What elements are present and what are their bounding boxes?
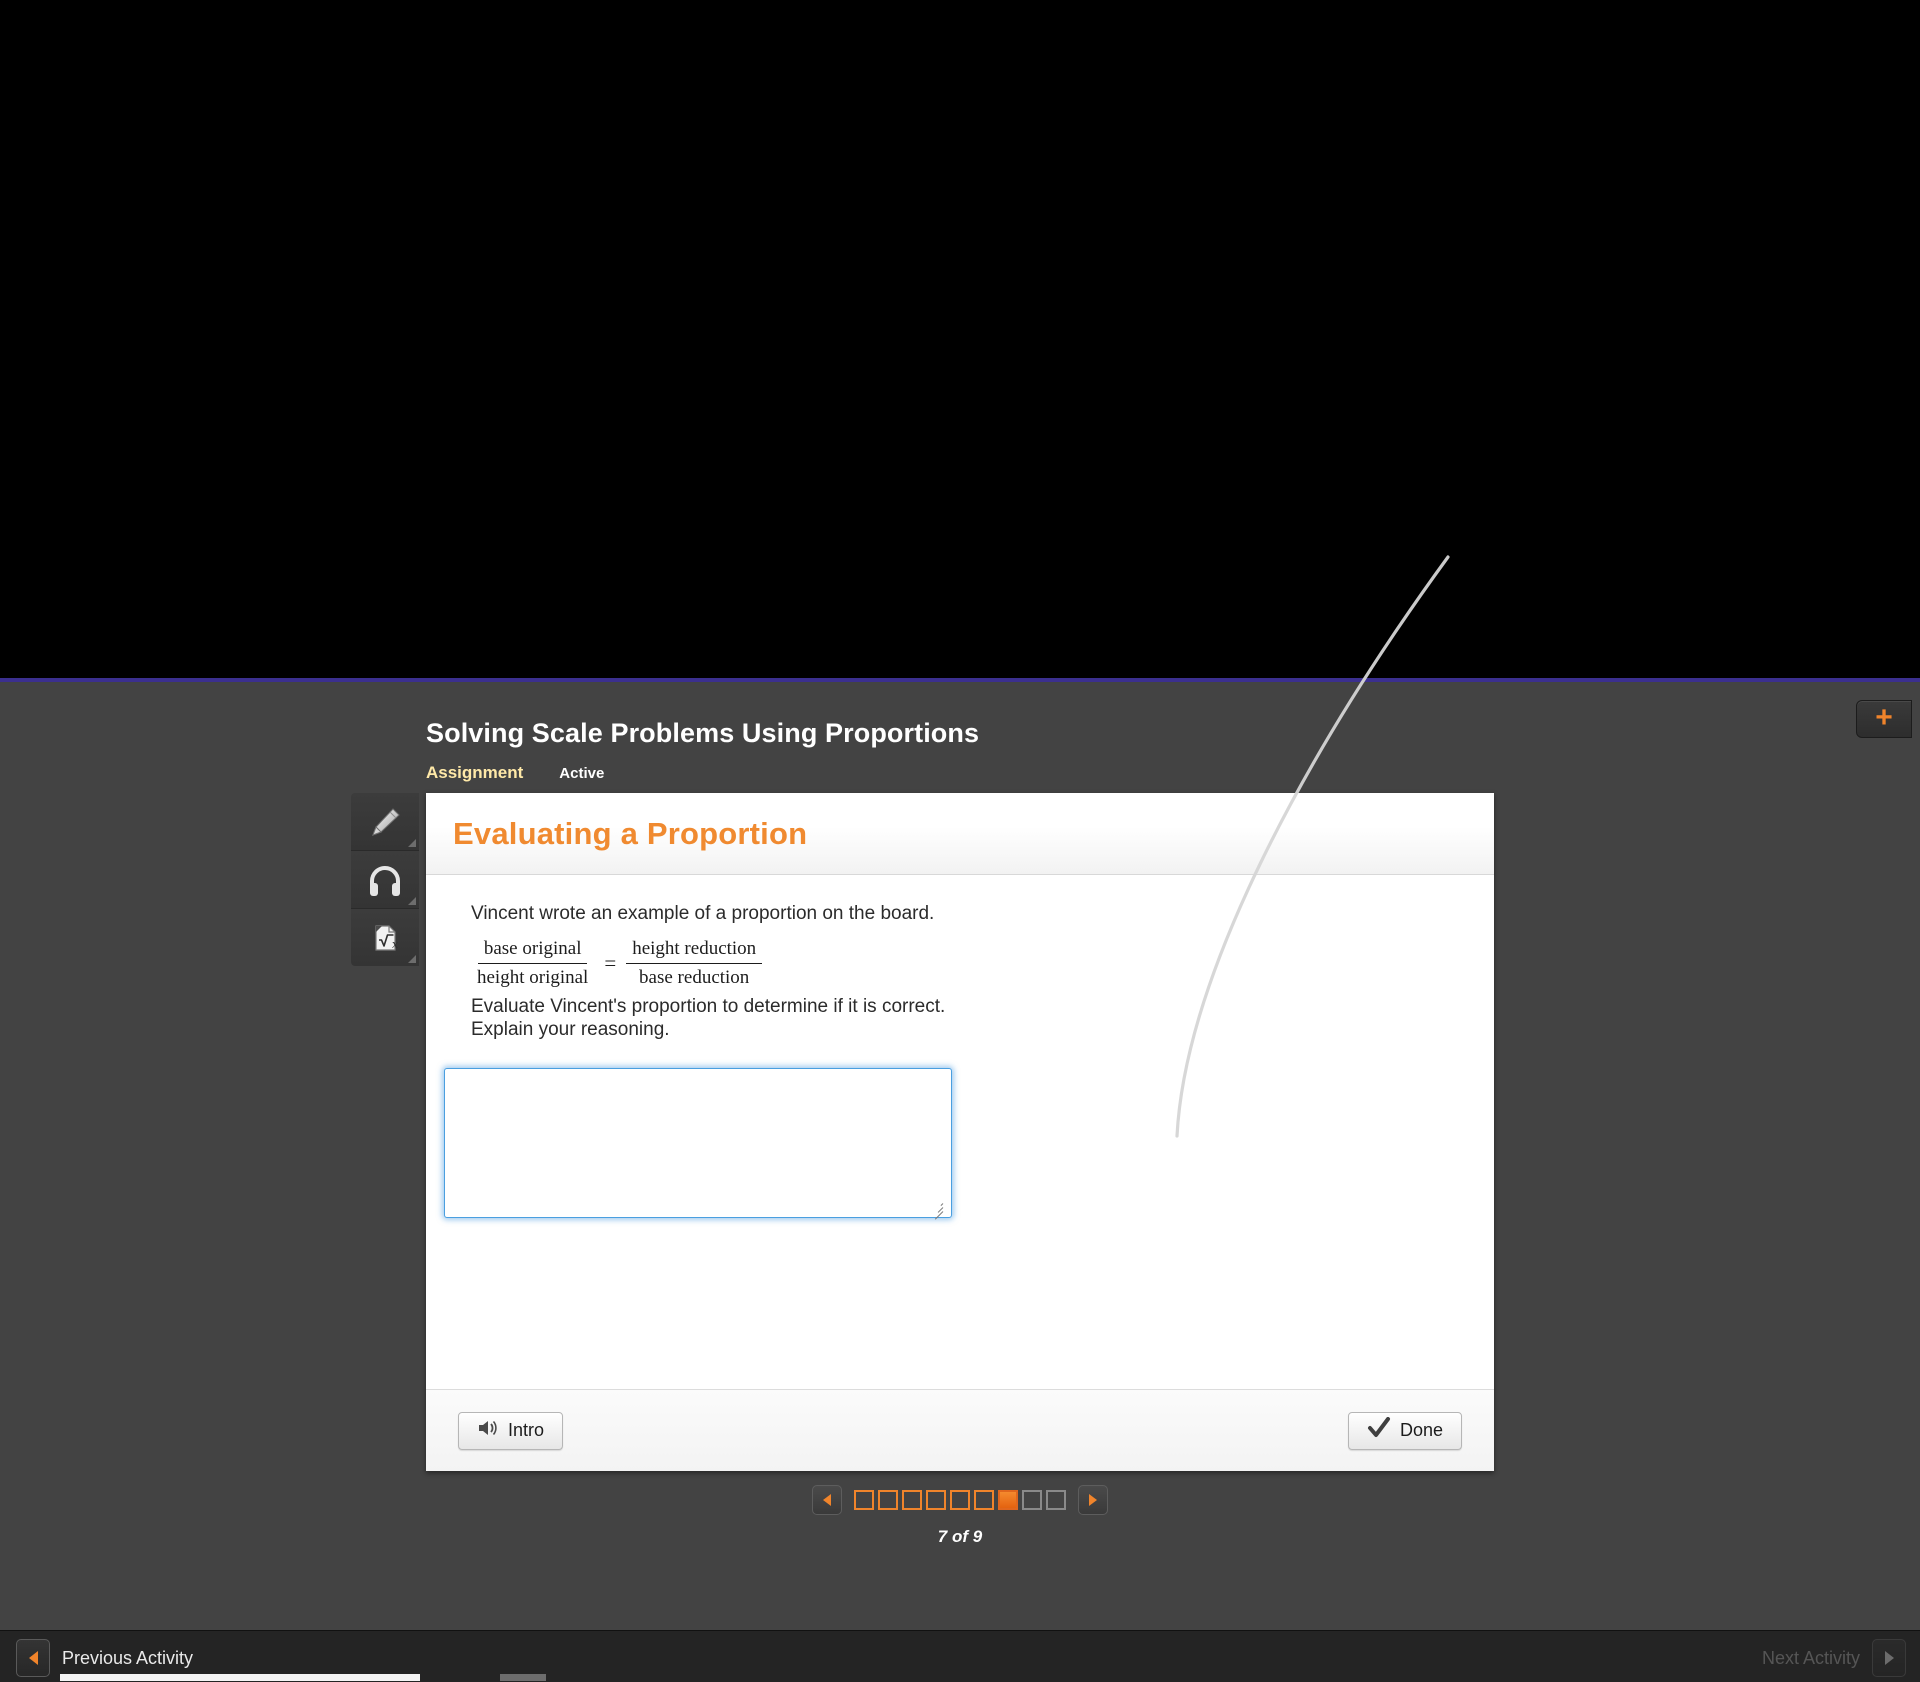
card-header: Evaluating a Proportion xyxy=(426,793,1494,875)
pager-dot-3[interactable] xyxy=(902,1490,922,1510)
checkmark-icon xyxy=(1367,1417,1391,1444)
tool-button-audio[interactable] xyxy=(351,851,419,909)
pager-previous-button[interactable] xyxy=(812,1485,842,1515)
activity-state-label: Active xyxy=(559,765,605,782)
pager-dot-9[interactable] xyxy=(1046,1490,1066,1510)
pager-dot-5[interactable] xyxy=(950,1490,970,1510)
proportion-equation: base original height original = height r… xyxy=(471,937,1466,991)
taskbar-window-other[interactable] xyxy=(500,1674,546,1681)
next-activity-button: Next Activity xyxy=(1762,1639,1906,1677)
tool-rail: x xyxy=(351,793,419,966)
previous-activity-label: Previous Activity xyxy=(62,1647,194,1668)
right-fraction: height reduction base reduction xyxy=(626,937,763,991)
prompt-line-2: Explain your reasoning. xyxy=(471,1018,670,1040)
next-activity-label: Next Activity xyxy=(1761,1647,1860,1668)
prompt-intro-text: Vincent wrote an example of a proportion… xyxy=(471,903,935,924)
math-sqrt-icon: x xyxy=(365,918,405,958)
intro-button-label: Intro xyxy=(508,1420,545,1440)
next-activity-arrow-box xyxy=(1872,1639,1906,1677)
triangle-right-icon xyxy=(1884,1651,1894,1665)
left-fraction: base original height original xyxy=(471,937,594,991)
speaker-icon xyxy=(477,1418,499,1443)
pager-dot-8[interactable] xyxy=(1022,1490,1042,1510)
page-title: Solving Scale Problems Using Proportions xyxy=(426,718,980,748)
taskbar-window-active[interactable] xyxy=(60,1674,420,1681)
right-numerator: height reduction xyxy=(626,937,763,965)
add-button[interactable]: + xyxy=(1856,700,1912,738)
card-footer: Intro Done xyxy=(426,1389,1494,1471)
pager-controls xyxy=(812,1485,1108,1515)
previous-activity-button[interactable]: Previous Activity xyxy=(16,1639,193,1677)
plus-icon: + xyxy=(1875,700,1893,734)
activity-meta: Assignment Active xyxy=(426,763,604,783)
pager-next-button[interactable] xyxy=(1078,1485,1108,1515)
triangle-left-icon xyxy=(823,1494,831,1506)
pager: 7 of 9 xyxy=(0,1485,1920,1547)
right-denominator: base reduction xyxy=(639,967,750,989)
tool-button-highlighter[interactable] xyxy=(351,793,419,851)
pager-dot-2[interactable] xyxy=(878,1490,898,1510)
highlighter-pencil-icon xyxy=(365,802,405,842)
left-denominator: height original xyxy=(477,967,589,989)
pager-position-label: 7 of 9 xyxy=(937,1527,983,1546)
tool-button-math[interactable]: x xyxy=(351,909,419,966)
prompt-line-1: Evaluate Vincent's proportion to determi… xyxy=(471,995,946,1017)
empty-viewport-area xyxy=(0,0,1920,678)
pager-dot-1[interactable] xyxy=(854,1490,874,1510)
equals-sign: = xyxy=(604,951,617,976)
done-button[interactable]: Done xyxy=(1347,1411,1462,1450)
activity-kind-label: Assignment xyxy=(426,763,524,782)
card-title: Evaluating a Proportion xyxy=(453,815,808,851)
headphones-icon xyxy=(365,860,405,900)
svg-text:x: x xyxy=(392,938,399,951)
os-taskbar-strip xyxy=(0,1674,1920,1681)
pager-dot-6[interactable] xyxy=(974,1490,994,1510)
triangle-left-icon xyxy=(28,1651,38,1665)
pager-dot-4[interactable] xyxy=(926,1490,946,1510)
triangle-right-icon xyxy=(1089,1494,1097,1506)
left-numerator: base original xyxy=(477,937,588,965)
previous-activity-arrow-box xyxy=(16,1639,50,1677)
response-textarea[interactable] xyxy=(444,1068,952,1218)
pager-dots xyxy=(854,1490,1066,1510)
pager-dot-7[interactable] xyxy=(998,1490,1018,1510)
intro-button[interactable]: Intro xyxy=(458,1411,564,1450)
done-button-label: Done xyxy=(1399,1420,1443,1440)
